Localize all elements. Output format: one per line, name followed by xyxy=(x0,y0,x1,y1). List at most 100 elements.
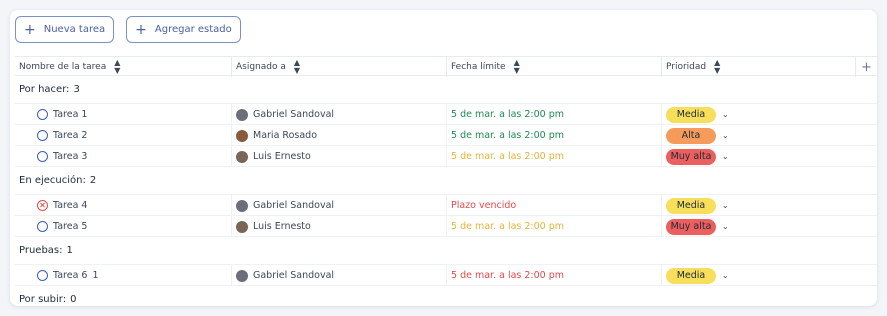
avatar xyxy=(236,220,248,233)
task-name[interactable]: Tarea 3 xyxy=(53,151,87,162)
task-name[interactable]: Tarea 2 xyxy=(53,130,87,141)
priority-badge[interactable]: Muy alta xyxy=(666,218,716,235)
group-label: Pruebas: xyxy=(19,245,63,256)
table-header: Nombre de la tarea ▲ ▼ Asignado a ▲ ▼ Fech… xyxy=(15,56,877,77)
task-row[interactable]: Tarea 1 Gabriel Sandoval 5 de mar. a las 2… xyxy=(15,104,877,125)
task-row[interactable]: Tarea 5 Luis Ernesto 5 de mar. a las 2:00 … xyxy=(15,216,877,237)
group-label: Por subir: xyxy=(19,294,67,305)
sort-icon[interactable]: ▲ ▼ xyxy=(514,59,520,75)
priority-badge[interactable]: Alta xyxy=(666,127,716,144)
plus-icon: + xyxy=(24,21,36,38)
assignee-name: Gabriel Sandoval xyxy=(253,270,335,281)
task-row[interactable]: Tarea 4 Gabriel Sandoval Plazo vencido Medi… xyxy=(15,195,877,216)
due-date-cell[interactable]: Plazo vencido xyxy=(446,195,661,216)
column-header-label: Fecha límite xyxy=(451,62,506,72)
task-groups: Por hacer: 3 Tarea 1 Gabriel Sandoval 5 de m… xyxy=(15,76,877,306)
priority-badge[interactable]: Muy alta xyxy=(666,148,716,165)
chevron-down-icon[interactable]: ⌄ xyxy=(722,131,729,140)
due-date: Plazo vencido xyxy=(451,200,517,211)
priority-cell[interactable]: Alta ⌄ xyxy=(661,125,877,146)
assignee-cell[interactable]: Gabriel Sandoval xyxy=(231,104,446,125)
priority-badge[interactable]: Media xyxy=(666,267,716,284)
task-row[interactable]: Tarea 6 1 Gabriel Sandoval 5 de mar. a las … xyxy=(15,265,877,286)
column-header-label: Asignado a xyxy=(236,62,286,72)
priority-cell[interactable]: Media ⌄ xyxy=(661,104,877,125)
chevron-down-icon[interactable]: ⌄ xyxy=(722,152,729,161)
group-header[interactable]: Por subir: 0 xyxy=(15,286,877,306)
group-header[interactable]: Por hacer: 3 xyxy=(15,76,877,104)
priority-cell[interactable]: Media ⌄ xyxy=(661,195,877,216)
add-column-icon[interactable]: + xyxy=(855,57,877,77)
task-name-cell: Tarea 2 xyxy=(37,125,230,146)
sort-icon[interactable]: ▲ ▼ xyxy=(714,59,720,75)
due-date-cell[interactable]: 5 de mar. a las 2:00 pm xyxy=(446,216,661,237)
assignee-name: Luis Ernesto xyxy=(253,221,311,232)
status-circle-icon[interactable] xyxy=(37,270,48,281)
priority-cell[interactable]: Muy alta ⌄ xyxy=(661,146,877,167)
assignee-name: Luis Ernesto xyxy=(253,151,311,162)
status-circle-icon[interactable] xyxy=(37,151,48,162)
column-header-label: Prioridad xyxy=(666,62,707,72)
assignee-cell[interactable]: Maria Rosado xyxy=(231,125,446,146)
task-row[interactable]: Tarea 3 Luis Ernesto 5 de mar. a las 2:00 … xyxy=(15,146,877,167)
new-task-button[interactable]: + Nueva tarea xyxy=(15,16,115,43)
assignee-cell[interactable]: Gabriel Sandoval xyxy=(231,265,446,286)
toolbar: + Nueva tarea + Agregar estado xyxy=(15,16,241,44)
status-circle-icon[interactable] xyxy=(37,109,48,120)
task-name-cell: Tarea 6 1 xyxy=(37,265,230,286)
error-circle-icon[interactable] xyxy=(37,200,48,211)
assignee-cell[interactable]: Luis Ernesto xyxy=(231,216,446,237)
chevron-down-icon[interactable]: ⌄ xyxy=(722,222,729,231)
group-header[interactable]: En ejecución: 2 xyxy=(15,167,877,195)
priority-cell[interactable]: Media ⌄ xyxy=(661,265,877,286)
due-date-cell[interactable]: 5 de mar. a las 2:00 pm xyxy=(446,146,661,167)
plus-icon: + xyxy=(135,21,147,38)
due-date-cell[interactable]: 5 de mar. a las 2:00 pm xyxy=(446,104,661,125)
priority-badge[interactable]: Media xyxy=(666,197,716,214)
chevron-down-icon[interactable]: ⌄ xyxy=(722,201,729,210)
new-task-label: Nueva tarea xyxy=(43,24,106,35)
assignee-cell[interactable]: Luis Ernesto xyxy=(231,146,446,167)
column-header-assigned[interactable]: Asignado a ▲ ▼ xyxy=(231,57,446,77)
task-name-cell: Tarea 4 xyxy=(37,195,230,216)
group-count: 1 xyxy=(66,245,73,256)
task-name[interactable]: Tarea 1 xyxy=(53,109,87,120)
due-date: 5 de mar. a las 2:00 pm xyxy=(451,109,565,120)
task-name[interactable]: Tarea 4 xyxy=(53,200,87,211)
task-name[interactable]: Tarea 6 xyxy=(53,270,87,281)
add-state-button[interactable]: + Agregar estado xyxy=(126,16,241,43)
add-state-label: Agregar estado xyxy=(154,24,232,35)
avatar xyxy=(236,150,248,163)
chevron-down-icon[interactable]: ⌄ xyxy=(722,271,729,280)
task-name-cell: Tarea 5 xyxy=(37,216,230,237)
chevron-down-icon[interactable]: ⌄ xyxy=(722,110,729,119)
column-header-label: Nombre de la tarea xyxy=(19,62,107,72)
task-board-panel: + Nueva tarea + Agregar estado Nombre de… xyxy=(10,10,877,306)
group-count: 2 xyxy=(89,175,97,186)
due-date-cell[interactable]: 5 de mar. a las 2:00 pm xyxy=(446,125,661,146)
task-row[interactable]: Tarea 2 Maria Rosado 5 de mar. a las 2:00 … xyxy=(15,125,877,146)
assignee-name: Maria Rosado xyxy=(253,130,318,141)
task-extra-count: 1 xyxy=(92,270,99,281)
priority-cell[interactable]: Muy alta ⌄ xyxy=(661,216,877,237)
group-label: Por hacer: xyxy=(19,84,70,95)
column-header-due[interactable]: Fecha límite ▲ ▼ xyxy=(446,57,661,77)
due-date: 5 de mar. a las 2:00 pm xyxy=(451,221,565,232)
column-header-priority[interactable]: Prioridad ▲ ▼ xyxy=(661,57,855,77)
column-header-name[interactable]: Nombre de la tarea ▲ ▼ xyxy=(15,57,231,77)
sort-icon[interactable]: ▲ ▼ xyxy=(294,59,300,75)
due-date: 5 de mar. a las 2:00 pm xyxy=(451,270,565,281)
task-name[interactable]: Tarea 5 xyxy=(53,221,87,232)
due-date-cell[interactable]: 5 de mar. a las 2:00 pm xyxy=(446,265,661,286)
status-circle-icon[interactable] xyxy=(37,130,48,141)
assignee-cell[interactable]: Gabriel Sandoval xyxy=(231,195,446,216)
group-count: 3 xyxy=(73,84,80,95)
group-count: 0 xyxy=(70,294,77,305)
status-circle-icon[interactable] xyxy=(37,221,48,232)
assignee-name: Gabriel Sandoval xyxy=(253,200,335,211)
priority-badge[interactable]: Media xyxy=(666,106,716,123)
avatar xyxy=(236,108,248,121)
sort-icon[interactable]: ▲ ▼ xyxy=(114,59,120,75)
task-table: Nombre de la tarea ▲ ▼ Asignado a ▲ ▼ Fech… xyxy=(15,56,877,306)
group-header[interactable]: Pruebas: 1 xyxy=(15,237,877,265)
